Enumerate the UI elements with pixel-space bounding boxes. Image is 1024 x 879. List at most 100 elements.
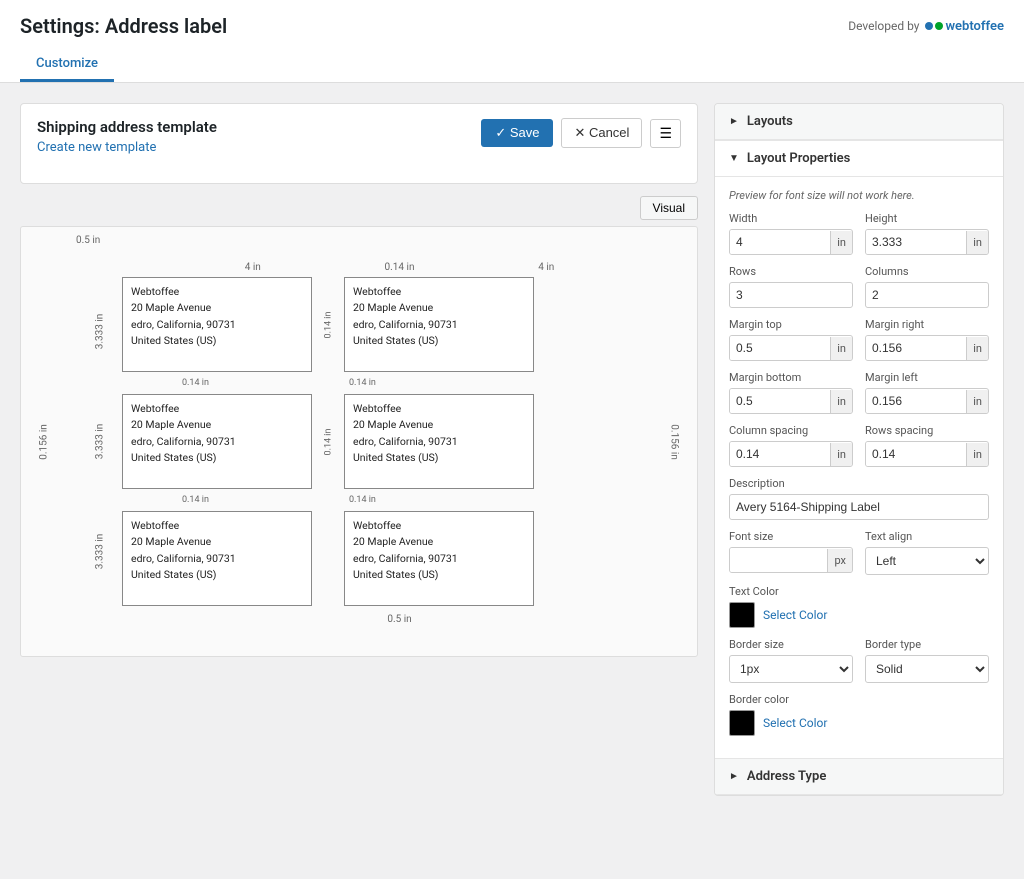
margin-right-field: Margin right in [865,318,989,361]
border-size-select[interactable]: 1px 2px 3px [729,655,853,683]
developed-by: Developed by webtoffee [848,19,1004,34]
page-title: Settings: Address label [20,14,227,38]
col-spacing-input-wrap: in [729,441,853,467]
text-align-select[interactable]: Left Center Right [865,547,989,575]
spacing-row: Column spacing in Rows spacing in [729,424,989,467]
rows-spacing-input[interactable] [866,442,966,466]
row-gap-2: 0.14 in 0.14 in [122,489,677,511]
col-spacing-unit: in [830,443,852,466]
margin-top-input[interactable] [730,336,830,360]
label-line4: United States (US) [353,333,525,349]
rows-input[interactable] [729,282,853,308]
margin-top-input-wrap: in [729,335,853,361]
save-button[interactable]: ✓ Save [481,119,553,147]
page-header: Settings: Address label Developed by web… [0,0,1024,83]
visual-tab-wrapper: Visual [20,196,698,220]
height-input[interactable] [866,230,966,254]
logo-dot-green [935,22,943,30]
text-color-swatch[interactable] [729,602,755,628]
margin-bottom-left-row: Margin bottom in Margin left in [729,371,989,414]
layout-props-chevron: ▼ [729,153,739,164]
col-spacing-input[interactable] [730,442,830,466]
rows-label: Rows [729,265,853,278]
border-color-swatch[interactable] [729,710,755,736]
label-line1: Webtoffee [131,284,303,300]
margin-right-input[interactable] [866,336,966,360]
height-label-1: 3.333 in [95,314,106,350]
label-line2: 20 Maple Avenue [131,300,303,316]
row-gap-1: 0.14 in 0.14 in [122,372,677,394]
font-size-unit: px [827,549,852,572]
margin-left-input[interactable] [866,389,966,413]
label-cell-3: Webtoffee 20 Maple Avenue edro, Californ… [122,394,312,489]
label-row-2: Webtoffee 20 Maple Avenue edro, Californ… [122,394,677,489]
menu-button[interactable]: ☰ [650,119,681,148]
label-line1: Webtoffee [353,284,525,300]
height-unit: in [966,231,988,254]
border-row: Border size 1px 2px 3px Border type Soli… [729,638,989,683]
layouts-section-header[interactable]: ► Layouts [715,104,1003,140]
margin-left-unit: in [966,390,988,413]
create-new-template-link[interactable]: Create new template [37,140,156,155]
meas-top-margin: 0.5 in [76,235,100,246]
width-height-row: Width in Height in [729,212,989,255]
width-input[interactable] [730,230,830,254]
border-size-label: Border size [729,638,853,651]
margin-left-input-wrap: in [865,388,989,414]
address-type-chevron: ► [729,771,739,782]
margin-bottom-field: Margin bottom in [729,371,853,414]
label-cell-1: Webtoffee 20 Maple Avenue edro, Californ… [122,277,312,372]
margin-bottom-unit: in [830,390,852,413]
margin-right-input-wrap: in [865,335,989,361]
rows-spacing-field: Rows spacing in [865,424,989,467]
logo-dot-blue [925,22,933,30]
cols-input[interactable] [865,282,989,308]
row-gap-label-1: 0.14 in [182,378,209,388]
font-size-field: Font size px [729,530,853,575]
cancel-button[interactable]: ✕ Cancel [561,118,642,148]
text-color-select-link[interactable]: Select Color [763,608,827,622]
margin-bottom-input[interactable] [730,389,830,413]
description-input[interactable] [729,494,989,520]
margin-right-unit: in [966,337,988,360]
sidebar-panel: ► Layouts ▼ Layout Properties Preview fo… [714,103,1004,842]
panel-card: ► Layouts ▼ Layout Properties Preview fo… [714,103,1004,796]
height-input-wrap: in [865,229,989,255]
template-title: Shipping address template [37,118,217,136]
address-type-title: Address Type [747,769,826,784]
layouts-chevron: ► [729,116,739,127]
margin-left-field: Margin left in [865,371,989,414]
layout-props-header[interactable]: ▼ Layout Properties [715,141,1003,177]
border-color-select-link[interactable]: Select Color [763,716,827,730]
label-line3: edro, California, 90731 [353,317,525,333]
label-grid: Webtoffee 20 Maple Avenue edro, Californ… [122,277,677,606]
margin-top-label: Margin top [729,318,853,331]
visual-tab-button[interactable]: Visual [640,196,698,220]
border-color-label: Border color [729,693,989,706]
preview-note: Preview for font size will not work here… [729,189,989,202]
col-spacing-field: Column spacing in [729,424,853,467]
font-size-input[interactable] [730,548,827,572]
margin-bottom-input-wrap: in [729,388,853,414]
font-size-label: Font size [729,530,853,543]
layouts-section: ► Layouts [715,104,1003,141]
label-line2: 20 Maple Avenue [353,300,525,316]
margin-left-label: Margin left [865,371,989,384]
label-grid-wrapper: 4 in 0.14 in 4 in 3.333 in 3.333 in 3.33… [76,262,677,625]
tab-customize[interactable]: Customize [20,48,114,82]
preview-container: 0.5 in 0.156 in 0.156 in 4 in 0.14 in 4 … [20,226,698,657]
template-header: Shipping address template Create new tem… [37,118,217,155]
border-type-select[interactable]: Solid Dashed Dotted None [865,655,989,683]
text-color-label: Text Color [729,585,989,598]
border-type-field: Border type Solid Dashed Dotted None [865,638,989,683]
address-type-header[interactable]: ► Address Type [715,759,1003,794]
width-label: Width [729,212,853,225]
rows-cols-row: Rows Columns [729,265,989,308]
description-field: Description [729,477,989,520]
label-cell-4: Webtoffee 20 Maple Avenue edro, Californ… [344,394,534,489]
layout-properties-section: ▼ Layout Properties Preview for font siz… [715,141,1003,759]
margin-top-field: Margin top in [729,318,853,361]
label-cell-5: Webtoffee 20 Maple Avenue edro, Californ… [122,511,312,606]
height-field: Height in [865,212,989,255]
template-header-row: Shipping address template Create new tem… [20,103,698,184]
